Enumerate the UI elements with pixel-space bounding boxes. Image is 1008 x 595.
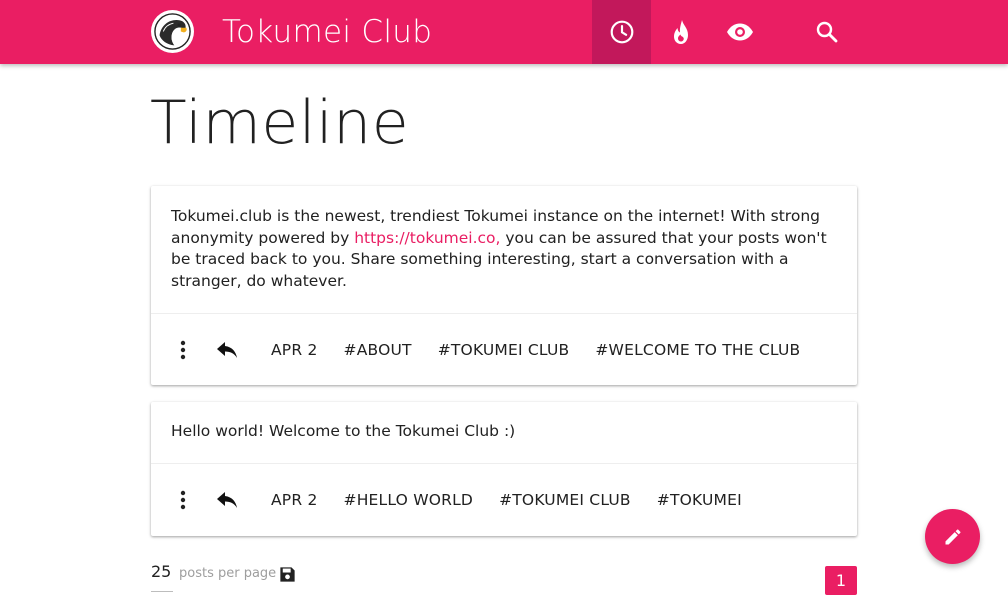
brand-title[interactable]: Tokumei Club [222, 14, 432, 50]
post-meta: APR 2 #HELLO WORLD #TOKUMEI CLUB #TOKUME… [271, 491, 768, 509]
tag-link[interactable]: #ABOUT [344, 341, 412, 359]
nav-trending-button[interactable] [651, 0, 710, 64]
nav-watch-button[interactable] [710, 0, 769, 64]
eagle-logo-icon[interactable] [151, 10, 194, 53]
fire-icon [673, 20, 688, 44]
posts-per-page-control: 25 posts per page [151, 562, 276, 592]
save-button[interactable] [277, 564, 297, 584]
posts-per-page-label: posts per page [179, 566, 277, 581]
post-card: Hello world! Welcome to the Tokumei Club… [151, 402, 857, 536]
page-title: Timeline [150, 88, 410, 158]
reply-icon [217, 341, 237, 358]
save-icon [279, 566, 295, 582]
more-vert-icon [180, 490, 186, 509]
pencil-icon [945, 528, 961, 544]
new-post-fab[interactable] [925, 509, 980, 564]
pagination-page-button[interactable]: 1 [825, 566, 857, 595]
post-date[interactable]: APR 2 [271, 491, 318, 509]
nav-search-button[interactable] [797, 0, 856, 64]
eye-icon [726, 23, 753, 41]
post-date[interactable]: APR 2 [271, 341, 318, 359]
reply-button[interactable] [212, 485, 242, 515]
tag-link[interactable]: #TOKUMEI CLUB [438, 341, 570, 359]
tag-link[interactable]: #WELCOME TO THE CLUB [595, 341, 800, 359]
reply-button[interactable] [212, 335, 242, 365]
nav-timeline-button[interactable] [592, 0, 651, 64]
clock-icon [610, 20, 633, 44]
post-card: Tokumei.club is the newest, trendiest To… [151, 186, 857, 385]
top-app-bar: Tokumei Club [0, 0, 1008, 64]
post-text: Hello world! Welcome to the Tokumei Club… [171, 422, 516, 440]
more-options-button[interactable] [168, 485, 198, 515]
post-actions: APR 2 #ABOUT #TOKUMEI CLUB #WELCOME TO T… [151, 313, 857, 385]
post-meta: APR 2 #ABOUT #TOKUMEI CLUB #WELCOME TO T… [271, 341, 826, 359]
post-body: Hello world! Welcome to the Tokumei Club… [151, 402, 857, 463]
search-icon [816, 21, 837, 43]
tag-link[interactable]: #TOKUMEI [657, 491, 742, 509]
tag-link[interactable]: #TOKUMEI CLUB [499, 491, 631, 509]
posts-per-page-input[interactable]: 25 [151, 562, 173, 592]
reply-icon [217, 491, 237, 508]
post-body: Tokumei.club is the newest, trendiest To… [151, 186, 857, 313]
post-actions: APR 2 #HELLO WORLD #TOKUMEI CLUB #TOKUME… [151, 463, 857, 535]
post-link[interactable]: https://tokumei.co, [354, 229, 500, 247]
more-options-button[interactable] [168, 335, 198, 365]
tag-link[interactable]: #HELLO WORLD [344, 491, 474, 509]
more-vert-icon [180, 340, 186, 359]
